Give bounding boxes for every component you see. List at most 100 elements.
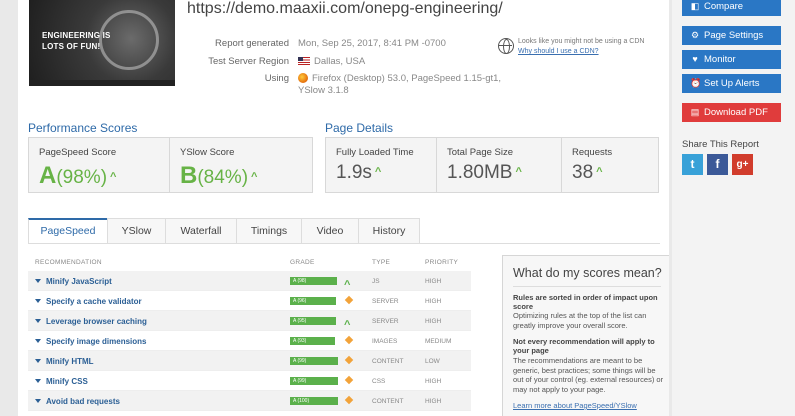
recommendation-name[interactable]: Specify image dimensions — [35, 337, 146, 346]
expand-caret-icon[interactable] — [35, 299, 41, 303]
grade-bar: A (98) — [290, 277, 337, 285]
grade-bar: A (95) — [290, 317, 336, 325]
twitter-share-button[interactable]: t — [682, 154, 703, 175]
requests-label: Requests — [572, 147, 613, 158]
tab-yslow[interactable]: YSlow — [107, 218, 166, 243]
set-up-alerts-button[interactable]: ⏰ Set Up Alerts — [682, 74, 781, 93]
monitor-button-label: Monitor — [704, 54, 736, 65]
orange-diamond-icon — [344, 375, 354, 385]
fully-loaded-time-label: Fully Loaded Time — [336, 147, 414, 158]
tab-history[interactable]: History — [358, 218, 420, 243]
tab-pagespeed[interactable]: PageSpeed — [28, 218, 108, 243]
yslow-grade-letter: B — [180, 162, 198, 189]
pulse-icon: ♥ — [692, 54, 698, 64]
col-header-recommendation: RECOMMENDATION — [35, 259, 102, 266]
grade-bar: A (96) — [290, 297, 336, 305]
pdf-icon: ▤ — [690, 107, 700, 117]
thumbnail-text: ENGINEERING IS LOTS OF FUN! — [42, 31, 111, 51]
recommendation-priority: HIGH — [425, 298, 442, 305]
meta-report-generated: Report generated Mon, Sep 25, 2017, 8:41… — [186, 38, 446, 49]
tab-waterfall[interactable]: Waterfall — [165, 218, 237, 243]
recommendation-type: SERVER — [372, 318, 399, 325]
yslow-score-cell: YSlow Score B(84%) ^ — [170, 138, 314, 192]
meta-test-server-region: Test Server Region Dallas, USA — [186, 56, 365, 67]
table-row[interactable]: Specify image dimensions A (93) IMAGES MEDI… — [28, 331, 471, 351]
table-row[interactable]: Minify HTML A (99) CONTENT LOW — [28, 351, 471, 371]
learn-more-link[interactable]: Learn more about PageSpeed/YSlow — [513, 401, 637, 410]
recommendation-name[interactable]: Minify JavaScript — [35, 277, 112, 286]
cdn-link[interactable]: Why should I use a CDN? — [518, 47, 668, 57]
requests-cell: Requests 38 ^ — [562, 138, 660, 192]
recommendation-priority: HIGH — [425, 278, 442, 285]
download-pdf-button[interactable]: ▤ Download PDF — [682, 103, 781, 122]
facebook-share-button[interactable]: f — [707, 154, 728, 175]
monitor-button[interactable]: ♥ Monitor — [682, 50, 781, 69]
fully-loaded-time-wrap: 1.9s ^ — [336, 162, 381, 184]
google-plus-share-button[interactable]: g+ — [732, 154, 753, 175]
table-row[interactable]: Leverage browser caching A (95) ^ SERVER HIG… — [28, 311, 471, 331]
fully-loaded-time-cell: Fully Loaded Time 1.9s ^ — [326, 138, 437, 192]
total-page-size-label: Total Page Size — [447, 147, 514, 158]
download-pdf-button-label: Download PDF — [704, 107, 768, 118]
expand-caret-icon[interactable] — [35, 399, 41, 403]
firefox-icon — [298, 73, 308, 83]
recommendation-name[interactable]: Minify HTML — [35, 357, 94, 366]
compare-button[interactable]: ◧ Compare — [682, 0, 781, 16]
meta-label: Using — [264, 73, 289, 84]
table-row[interactable]: Specify a cache validator A (96) SERVER HIG… — [28, 291, 471, 311]
info-block1-text: Optimizing rules at the top of the list … — [513, 311, 647, 330]
report-url[interactable]: https://demo.maaxii.com/onepg-engineerin… — [187, 0, 503, 18]
table-row[interactable]: Avoid bad requests A (100) CONTENT HIGH — [28, 391, 471, 411]
tab-timings[interactable]: Timings — [236, 218, 302, 243]
meta-value-wrap: Dallas, USA — [298, 56, 365, 67]
expand-caret-icon[interactable] — [35, 279, 41, 283]
tab-divider — [28, 243, 660, 244]
report-tabs: PageSpeed YSlow Waterfall Timings Video … — [28, 218, 424, 243]
total-page-size-cell: Total Page Size 1.80MB ^ — [437, 138, 562, 192]
meta-value-wrap: Firefox (Desktop) 53.0, PageSpeed 1.15-g… — [298, 73, 518, 97]
recommendation-priority: HIGH — [425, 318, 442, 325]
grade-bar: A (99) — [290, 377, 338, 385]
trend-up-icon: ^ — [251, 171, 258, 183]
expand-caret-icon[interactable] — [35, 339, 41, 343]
diamond-icon — [344, 395, 354, 405]
recommendation-name[interactable]: Minify CSS — [35, 377, 88, 386]
recommendation-name[interactable]: Leverage browser caching — [35, 317, 147, 326]
expand-caret-icon[interactable] — [35, 379, 41, 383]
table-row[interactable]: Minify CSS A (99) CSS HIGH — [28, 371, 471, 391]
performance-scores-title: Performance Scores — [28, 121, 138, 135]
orange-diamond-icon — [344, 335, 354, 345]
orange-diamond-icon — [344, 395, 354, 405]
pagespeed-score-value: (98%) — [56, 167, 108, 188]
yslow-score-value: (84%) — [197, 167, 249, 188]
trend-up-icon: ^ — [374, 166, 382, 178]
recommendation-label: Minify CSS — [46, 377, 88, 386]
expand-caret-icon[interactable] — [35, 319, 41, 323]
col-header-priority: PRIORITY — [425, 259, 459, 266]
recommendation-name[interactable]: Avoid bad requests — [35, 397, 120, 406]
chevron-up-icon: ^ — [344, 319, 351, 331]
recommendation-name[interactable]: Specify a cache validator — [35, 297, 142, 306]
pagespeed-grade-letter: A — [39, 162, 57, 189]
diamond-icon — [344, 295, 354, 305]
orange-diamond-icon — [344, 355, 354, 365]
trend-up-icon: ^ — [110, 171, 117, 183]
tab-video[interactable]: Video — [301, 218, 359, 243]
globe-icon — [498, 38, 514, 54]
col-header-grade: GRADE — [290, 259, 315, 266]
scores-info-panel: What do my scores mean? Rules are sorted… — [502, 255, 669, 416]
trend-up-icon: ^ — [596, 166, 603, 178]
recommendation-type: CONTENT — [372, 398, 404, 405]
expand-caret-icon[interactable] — [35, 359, 41, 363]
meta-value: Mon, Sep 25, 2017, 8:41 PM -0700 — [298, 38, 446, 49]
usa-flag-icon — [298, 57, 310, 65]
recommendation-priority: HIGH — [425, 378, 442, 385]
trend-up-icon: ^ — [515, 166, 522, 178]
page-thumbnail: ENGINEERING IS LOTS OF FUN! — [29, 0, 175, 86]
meta-using: Using Firefox (Desktop) 53.0, PageSpeed … — [186, 73, 501, 96]
recommendation-label: Specify a cache validator — [46, 297, 142, 306]
table-row[interactable]: Minify JavaScript A (98) ^ JS HIGH — [28, 271, 471, 291]
info-panel-title: What do my scores mean? — [513, 266, 662, 280]
meta-label: Report generated — [215, 38, 289, 49]
page-settings-button[interactable]: ⚙ Page Settings — [682, 26, 781, 45]
